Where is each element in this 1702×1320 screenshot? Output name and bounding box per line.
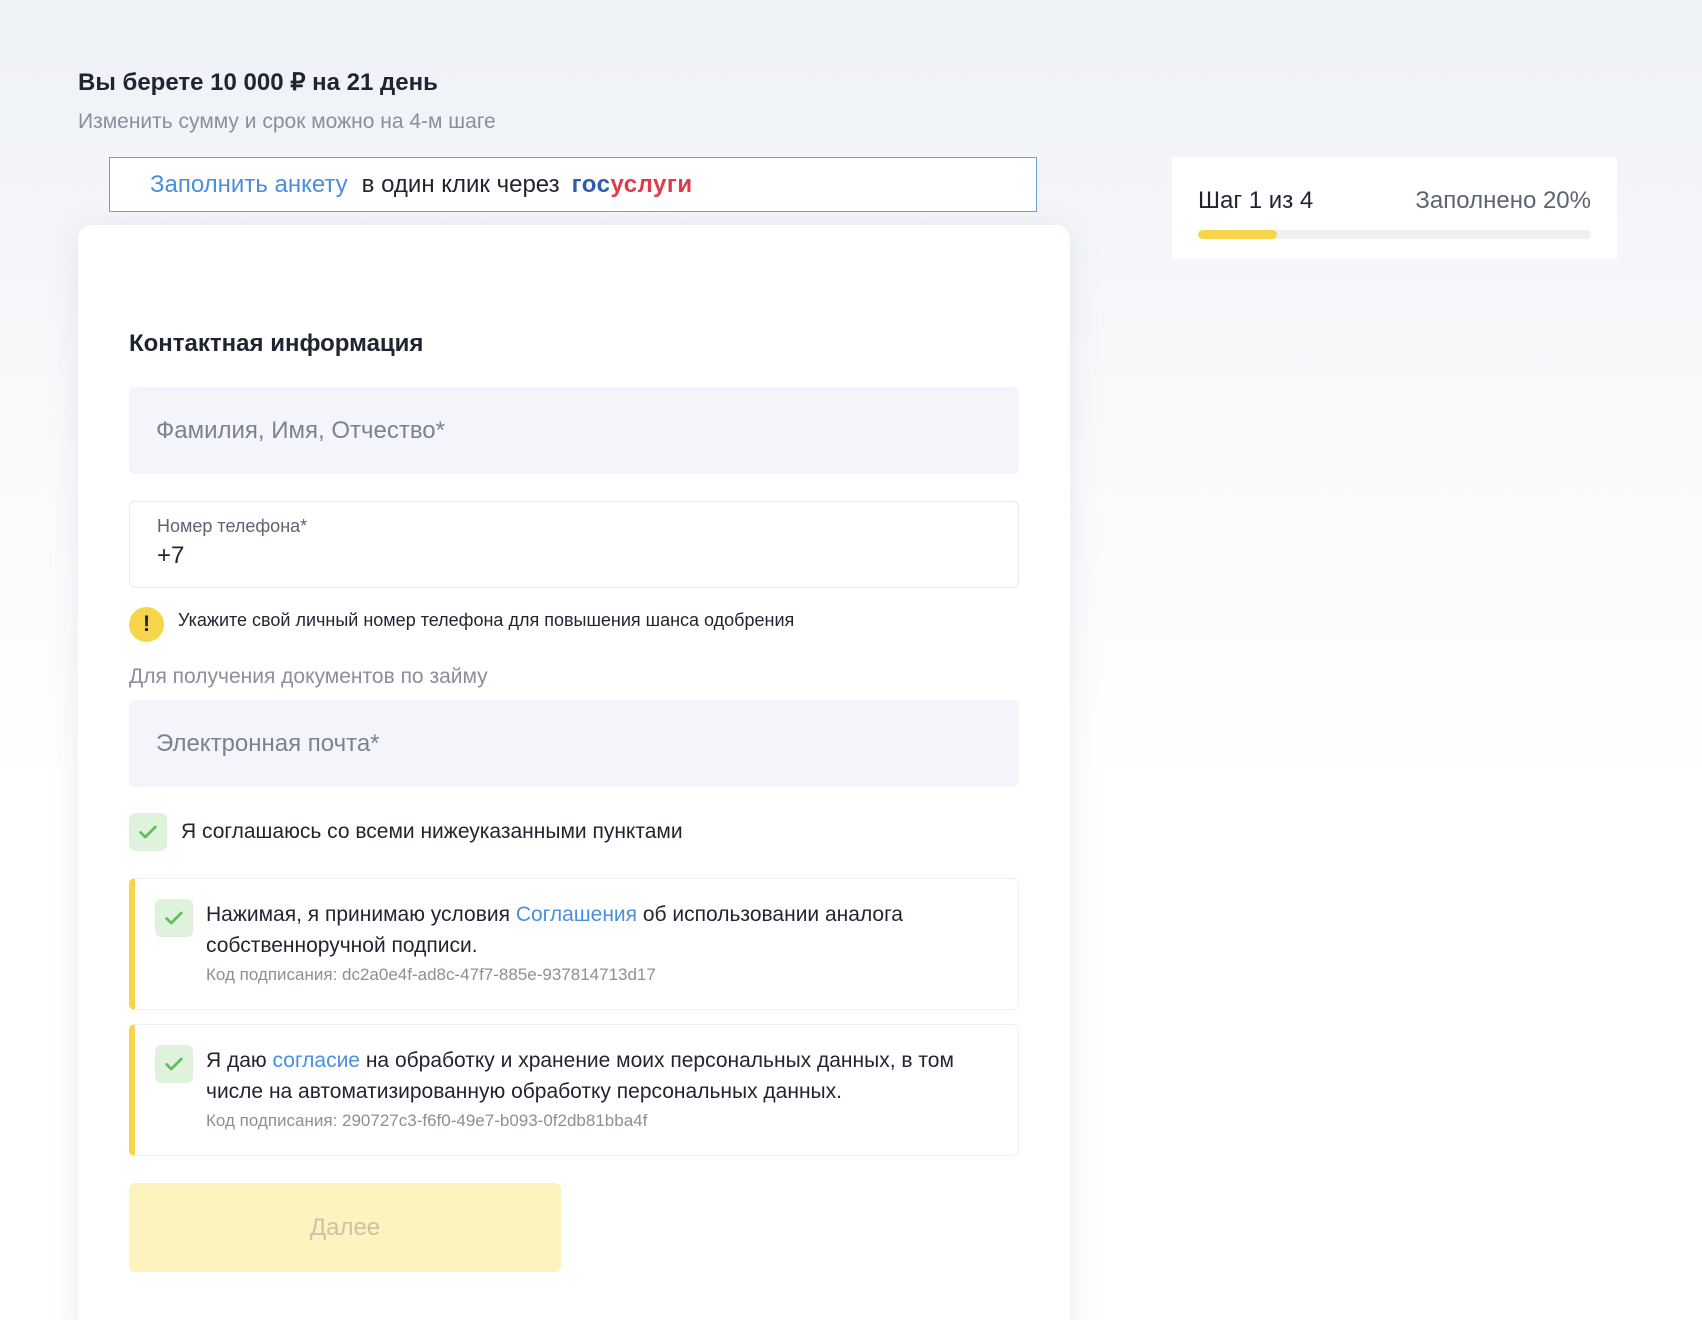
progress-card: Шаг 1 из 4 Заполнено 20% — [1172, 157, 1617, 259]
phone-value: +7 — [157, 542, 185, 569]
next-button[interactable]: Далее — [129, 1183, 561, 1272]
gosuslugi-logo: госуслуги — [572, 171, 693, 199]
gosuslugi-banner-text: в один клик через — [361, 170, 560, 198]
gosuslugi-banner[interactable]: Заполнить анкету в один клик через госус… — [109, 157, 1037, 212]
progress-bar-fill — [1198, 230, 1277, 239]
form-card: Контактная информация Фамилия, Имя, Отче… — [78, 225, 1070, 1320]
agree-all-checkbox[interactable] — [129, 813, 167, 851]
progress-bar — [1198, 230, 1591, 239]
consent-personal-data-text: Я даю согласие на обработку и хранение м… — [206, 1045, 986, 1107]
consent-signature: Нажимая, я принимаю условия Соглашения о… — [129, 878, 1019, 1010]
gosuslugi-logo-part2: услуги — [610, 170, 693, 198]
phone-label: Номер телефона* — [157, 516, 308, 536]
checkmark-icon — [139, 825, 157, 839]
step-indicator: Шаг 1 из 4 — [1198, 187, 1314, 214]
consent-personal-data: Я даю согласие на обработку и хранение м… — [129, 1024, 1019, 1156]
phone-hint: ! Укажите свой личный номер телефона для… — [129, 602, 795, 642]
consent-signature-text: Нажимая, я принимаю условия Соглашения о… — [206, 899, 986, 961]
agree-all-row[interactable]: Я соглашаюсь со всеми нижеуказанными пун… — [129, 813, 683, 851]
gosuslugi-logo-part1: гос — [571, 170, 611, 198]
phone-input[interactable]: Номер телефона* +7 — [129, 501, 1019, 588]
agree-all-label: Я соглашаюсь со всеми нижеуказанными пун… — [181, 820, 683, 843]
filled-percent: Заполнено 20% — [1415, 187, 1591, 214]
fio-input[interactable]: Фамилия, Имя, Отчество* — [129, 387, 1019, 474]
consent-text-before: Я даю — [206, 1049, 273, 1072]
consent-signature-checkbox[interactable] — [155, 899, 193, 937]
loan-title: Вы берете 10 000 ₽ на 21 день — [78, 69, 438, 96]
consent-text-before: Нажимая, я принимаю условия — [206, 903, 516, 926]
phone-hint-text: Укажите свой личный номер телефона для п… — [178, 609, 795, 630]
signing-code: Код подписания: 290727c3-f6f0-49e7-b093-… — [206, 1111, 648, 1130]
fill-form-link[interactable]: Заполнить анкету — [150, 171, 348, 199]
warning-icon: ! — [129, 606, 164, 642]
consent-link[interactable]: согласие — [273, 1049, 360, 1072]
loan-subtitle: Изменить сумму и срок можно на 4-м шаге — [78, 110, 496, 133]
checkmark-icon — [165, 1057, 183, 1071]
agreement-link[interactable]: Соглашения — [516, 903, 637, 926]
email-input[interactable]: Электронная почта* — [129, 700, 1019, 787]
checkmark-icon — [165, 911, 183, 925]
docs-label: Для получения документов по займу — [129, 665, 488, 688]
signing-code: Код подписания: dc2a0e4f-ad8c-47f7-885e-… — [206, 965, 656, 984]
consent-personal-data-checkbox[interactable] — [155, 1045, 193, 1083]
section-title: Контактная информация — [129, 330, 424, 357]
